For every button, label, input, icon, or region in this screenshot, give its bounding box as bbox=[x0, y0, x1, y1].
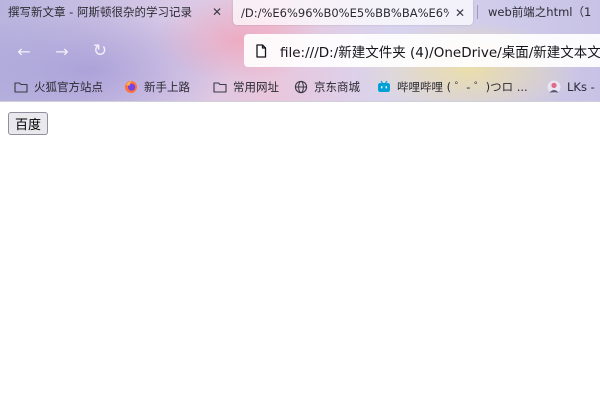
tab-local-file[interactable]: /D:/%E6%96%B0%E5%BB%BA%E6%96%87 ✕ bbox=[233, 0, 473, 25]
bookmark-common-sites[interactable]: 常用网址 bbox=[213, 78, 279, 96]
page-icon bbox=[256, 43, 267, 58]
tab-title: 撰写新文章 - 阿斯顿很杂的学习记录 bbox=[8, 5, 192, 19]
folder-icon bbox=[14, 82, 28, 93]
forward-button[interactable]: → bbox=[50, 39, 74, 63]
bookmarks-bar: 火狐官方站点 新手上路 常用网址 京东商城 哔哩哔哩 (゜- ゜)つロ ...… bbox=[0, 74, 600, 100]
arrow-right-icon: → bbox=[55, 41, 69, 61]
url-bar[interactable]: file:///D:/新建文件夹 (4)/OneDrive/桌面/新建文本文档.… bbox=[244, 34, 600, 67]
url-text: file:///D:/新建文件夹 (4)/OneDrive/桌面/新建文本文档.… bbox=[280, 44, 600, 61]
bookmark-label: 常用网址 bbox=[233, 80, 279, 94]
reload-button[interactable]: ↻ bbox=[88, 39, 112, 63]
tab-strip: 撰写新文章 - 阿斯顿很杂的学习记录 ✕ /D:/%E6%96%B0%E5%BB… bbox=[0, 0, 600, 26]
bookmark-jd-mall[interactable]: 京东商城 bbox=[294, 78, 360, 96]
firefox-icon bbox=[125, 81, 137, 93]
reload-icon: ↻ bbox=[92, 41, 108, 61]
bookmark-label: LKs - bbox=[567, 80, 595, 94]
bookmark-label: 哔哩哔哩 ( ゜- ゜)つロ ... bbox=[397, 80, 528, 94]
close-icon[interactable]: ✕ bbox=[212, 5, 222, 19]
bilibili-icon bbox=[378, 80, 390, 92]
tab-write-article[interactable]: 撰写新文章 - 阿斯顿很杂的学习记录 ✕ bbox=[0, 0, 230, 24]
bookmark-label: 火狐官方站点 bbox=[34, 80, 103, 94]
bookmark-lks[interactable]: LKs - bbox=[547, 78, 595, 96]
avatar-icon bbox=[547, 80, 561, 94]
back-button[interactable]: ← bbox=[12, 39, 36, 63]
globe-icon bbox=[294, 80, 308, 94]
tab-title: /D:/%E6%96%B0%E5%BB%BA%E6%96%87 bbox=[241, 5, 449, 20]
close-icon[interactable]: ✕ bbox=[455, 6, 465, 20]
page-content: 百度 bbox=[0, 102, 600, 400]
tab-title: web前端之html（1 bbox=[488, 5, 592, 19]
bookmark-label: 新手上路 bbox=[144, 80, 190, 94]
bookmark-getting-started[interactable]: 新手上路 bbox=[124, 78, 190, 96]
bookmark-label: 京东商城 bbox=[314, 80, 360, 94]
bookmark-bilibili[interactable]: 哔哩哔哩 ( ゜- ゜)つロ ... bbox=[377, 78, 528, 96]
browser-chrome: 撰写新文章 - 阿斯顿很杂的学习记录 ✕ /D:/%E6%96%B0%E5%BB… bbox=[0, 0, 600, 101]
tab-web-frontend[interactable]: web前端之html（1 bbox=[480, 0, 600, 24]
bookmark-firefox-official[interactable]: 火狐官方站点 bbox=[14, 78, 103, 96]
folder-icon bbox=[213, 82, 227, 93]
baidu-button[interactable]: 百度 bbox=[8, 112, 49, 135]
tab-separator bbox=[477, 5, 478, 19]
arrow-left-icon: ← bbox=[17, 41, 31, 61]
navigation-bar: ← → ↻ file:///D:/新建文件夹 (4)/OneDrive/桌面/新… bbox=[0, 30, 600, 70]
